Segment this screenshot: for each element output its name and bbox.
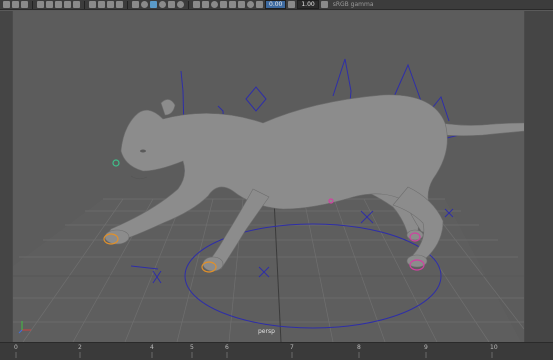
shadows-icon[interactable] (177, 1, 184, 8)
safe-action-icon[interactable] (98, 1, 105, 8)
toolbar-divider (32, 0, 33, 9)
textured-icon[interactable] (159, 1, 166, 8)
select-tool-icon[interactable] (3, 1, 10, 8)
right-panel-edge (524, 11, 553, 342)
resolution-gate-icon[interactable] (89, 1, 96, 8)
xray-icon[interactable] (193, 1, 200, 8)
frame-label: 2 (78, 344, 82, 351)
frame-label: 6 (225, 344, 229, 351)
frame-label: 0 (14, 344, 18, 351)
lasso-tool-icon[interactable] (12, 1, 19, 8)
paint-tool-icon[interactable] (21, 1, 28, 8)
color-space-label[interactable]: sRGB gamma (330, 1, 374, 8)
frame-label: 8 (357, 344, 361, 351)
film-gate-icon[interactable] (73, 1, 80, 8)
lights-icon[interactable] (168, 1, 175, 8)
left-panel-edge (0, 11, 12, 342)
frame-label: 5 (190, 344, 194, 351)
top-toolbar: 0.00 1.00 sRGB gamma (0, 0, 553, 10)
frame-label: 7 (290, 344, 294, 351)
toolbar-divider (188, 0, 189, 9)
anti-aliasing-icon[interactable] (229, 1, 236, 8)
isolate-select-icon[interactable] (247, 1, 254, 8)
image-plane-icon[interactable] (64, 1, 71, 8)
ground-grid (13, 198, 524, 342)
toolbar-divider (84, 0, 85, 9)
field-chart-icon[interactable] (107, 1, 114, 8)
model-eye (140, 149, 146, 153)
frame-label: 4 (150, 344, 154, 351)
gamma-field[interactable]: 1.00 (297, 0, 319, 9)
view-axis-icon (18, 321, 31, 334)
smooth-shade-icon[interactable] (141, 1, 148, 8)
model-mouth (130, 175, 148, 180)
frame-label: 9 (424, 344, 428, 351)
gate-mask-icon[interactable] (116, 1, 123, 8)
toolbar-divider (127, 0, 128, 9)
perspective-viewport[interactable]: persp (12, 11, 525, 342)
camera-name-label: persp (258, 328, 275, 335)
xray-joints-icon[interactable] (202, 1, 209, 8)
exposure-field[interactable]: 0.00 (265, 0, 287, 9)
viewport-scene[interactable] (13, 11, 524, 342)
head-control-curve[interactable] (245, 86, 267, 112)
time-slider[interactable]: 0 2 4 5 6 7 8 9 10 (0, 342, 553, 360)
bookmark-icon[interactable] (55, 1, 62, 8)
gamma-toggle-icon[interactable] (288, 1, 296, 8)
model-front-paw-near[interactable] (202, 256, 224, 272)
depth-of-field-icon[interactable] (238, 1, 245, 8)
frame-label: 10 (490, 344, 498, 351)
model-ear[interactable] (160, 99, 176, 116)
color-management-icon[interactable] (320, 1, 328, 8)
model-back-paw-far[interactable] (406, 229, 424, 241)
wireframe-on-shaded-icon[interactable] (150, 1, 157, 8)
wireframe-icon[interactable] (132, 1, 139, 8)
gamma-icon[interactable] (256, 1, 263, 8)
motion-blur-icon[interactable] (220, 1, 227, 8)
grid-view-icon[interactable] (37, 1, 44, 8)
camera-icon[interactable] (46, 1, 53, 8)
ambient-occlusion-icon[interactable] (211, 1, 218, 8)
